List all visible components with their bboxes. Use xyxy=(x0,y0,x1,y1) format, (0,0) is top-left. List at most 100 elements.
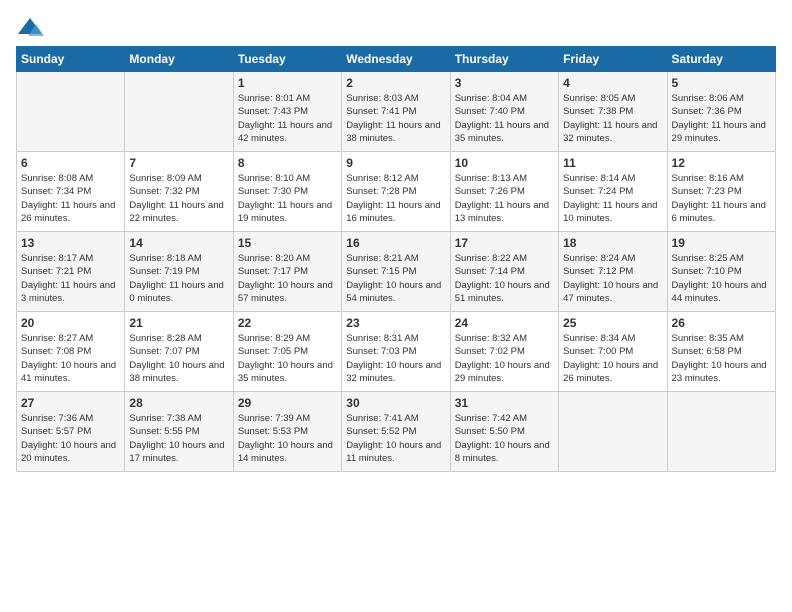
day-info: Sunrise: 8:08 AMSunset: 7:34 PMDaylight:… xyxy=(21,172,120,225)
day-info: Sunrise: 8:20 AMSunset: 7:17 PMDaylight:… xyxy=(238,252,337,305)
calendar-cell: 2 Sunrise: 8:03 AMSunset: 7:41 PMDaylight… xyxy=(342,72,450,152)
calendar-cell: 27 Sunrise: 7:36 AMSunset: 5:57 PMDayligh… xyxy=(17,392,125,472)
header-wednesday: Wednesday xyxy=(342,47,450,72)
day-number: 19 xyxy=(672,236,771,250)
header-friday: Friday xyxy=(559,47,667,72)
header-sunday: Sunday xyxy=(17,47,125,72)
day-number: 14 xyxy=(129,236,228,250)
day-headers: SundayMondayTuesdayWednesdayThursdayFrid… xyxy=(17,47,776,72)
calendar-cell: 19 Sunrise: 8:25 AMSunset: 7:10 PMDayligh… xyxy=(667,232,775,312)
day-info: Sunrise: 8:18 AMSunset: 7:19 PMDaylight:… xyxy=(129,252,228,305)
day-number: 25 xyxy=(563,316,662,330)
day-info: Sunrise: 8:12 AMSunset: 7:28 PMDaylight:… xyxy=(346,172,445,225)
calendar-cell: 10 Sunrise: 8:13 AMSunset: 7:26 PMDayligh… xyxy=(450,152,558,232)
calendar-cell: 17Sunrise: 8:22 AMSunset: 7:14 PMDayligh… xyxy=(450,232,558,312)
calendar-cell: 11 Sunrise: 8:14 AMSunset: 7:24 PMDayligh… xyxy=(559,152,667,232)
day-info: Sunrise: 8:32 AMSunset: 7:02 PMDaylight:… xyxy=(455,332,554,385)
day-number: 16 xyxy=(346,236,445,250)
header xyxy=(16,16,776,38)
day-number: 27 xyxy=(21,396,120,410)
day-info: Sunrise: 8:09 AMSunset: 7:32 PMDaylight:… xyxy=(129,172,228,225)
day-number: 23 xyxy=(346,316,445,330)
day-number: 15 xyxy=(238,236,337,250)
calendar-cell: 18 Sunrise: 8:24 AMSunset: 7:12 PMDayligh… xyxy=(559,232,667,312)
week-row-3: 13 Sunrise: 8:17 AMSunset: 7:21 PMDayligh… xyxy=(17,232,776,312)
header-thursday: Thursday xyxy=(450,47,558,72)
day-info: Sunrise: 8:25 AMSunset: 7:10 PMDaylight:… xyxy=(672,252,771,305)
calendar-cell xyxy=(667,392,775,472)
calendar-cell: 22 Sunrise: 8:29 AMSunset: 7:05 PMDayligh… xyxy=(233,312,341,392)
week-row-1: 1 Sunrise: 8:01 AMSunset: 7:43 PMDaylight… xyxy=(17,72,776,152)
day-info: Sunrise: 8:31 AMSunset: 7:03 PMDaylight:… xyxy=(346,332,445,385)
day-number: 29 xyxy=(238,396,337,410)
calendar-cell: 1 Sunrise: 8:01 AMSunset: 7:43 PMDaylight… xyxy=(233,72,341,152)
day-number: 7 xyxy=(129,156,228,170)
calendar-cell: 26 Sunrise: 8:35 AMSunset: 6:58 PMDayligh… xyxy=(667,312,775,392)
day-number: 21 xyxy=(129,316,228,330)
day-number: 28 xyxy=(129,396,228,410)
calendar-cell: 16 Sunrise: 8:21 AMSunset: 7:15 PMDayligh… xyxy=(342,232,450,312)
logo-icon xyxy=(16,16,44,38)
day-number: 31 xyxy=(455,396,554,410)
day-info: Sunrise: 8:10 AMSunset: 7:30 PMDaylight:… xyxy=(238,172,337,225)
week-row-4: 20Sunrise: 8:27 AMSunset: 7:08 PMDayligh… xyxy=(17,312,776,392)
day-number: 2 xyxy=(346,76,445,90)
day-number: 18 xyxy=(563,236,662,250)
day-info: Sunrise: 7:36 AMSunset: 5:57 PMDaylight:… xyxy=(21,412,120,465)
day-number: 9 xyxy=(346,156,445,170)
day-info: Sunrise: 8:21 AMSunset: 7:15 PMDaylight:… xyxy=(346,252,445,305)
day-info: Sunrise: 7:39 AMSunset: 5:53 PMDaylight:… xyxy=(238,412,337,465)
day-number: 22 xyxy=(238,316,337,330)
calendar-cell: 23 Sunrise: 8:31 AMSunset: 7:03 PMDayligh… xyxy=(342,312,450,392)
calendar-cell: 29 Sunrise: 7:39 AMSunset: 5:53 PMDayligh… xyxy=(233,392,341,472)
calendar-cell: 25 Sunrise: 8:34 AMSunset: 7:00 PMDayligh… xyxy=(559,312,667,392)
day-info: Sunrise: 8:16 AMSunset: 7:23 PMDaylight:… xyxy=(672,172,771,225)
day-info: Sunrise: 8:34 AMSunset: 7:00 PMDaylight:… xyxy=(563,332,662,385)
day-info: Sunrise: 8:06 AMSunset: 7:36 PMDaylight:… xyxy=(672,92,771,145)
day-number: 4 xyxy=(563,76,662,90)
calendar-cell: 9 Sunrise: 8:12 AMSunset: 7:28 PMDaylight… xyxy=(342,152,450,232)
calendar-cell xyxy=(125,72,233,152)
calendar-cell: 8 Sunrise: 8:10 AMSunset: 7:30 PMDaylight… xyxy=(233,152,341,232)
day-info: Sunrise: 7:41 AMSunset: 5:52 PMDaylight:… xyxy=(346,412,445,465)
day-number: 8 xyxy=(238,156,337,170)
day-info: Sunrise: 8:29 AMSunset: 7:05 PMDaylight:… xyxy=(238,332,337,385)
day-info: Sunrise: 8:17 AMSunset: 7:21 PMDaylight:… xyxy=(21,252,120,305)
day-number: 26 xyxy=(672,316,771,330)
calendar-cell: 3Sunrise: 8:04 AMSunset: 7:40 PMDaylight… xyxy=(450,72,558,152)
week-row-2: 6 Sunrise: 8:08 AMSunset: 7:34 PMDaylight… xyxy=(17,152,776,232)
day-number: 11 xyxy=(563,156,662,170)
day-info: Sunrise: 8:28 AMSunset: 7:07 PMDaylight:… xyxy=(129,332,228,385)
day-number: 24 xyxy=(455,316,554,330)
calendar-cell: 30Sunrise: 7:41 AMSunset: 5:52 PMDayligh… xyxy=(342,392,450,472)
calendar-cell xyxy=(559,392,667,472)
day-info: Sunrise: 8:13 AMSunset: 7:26 PMDaylight:… xyxy=(455,172,554,225)
day-info: Sunrise: 8:01 AMSunset: 7:43 PMDaylight:… xyxy=(238,92,337,145)
day-number: 3 xyxy=(455,76,554,90)
header-monday: Monday xyxy=(125,47,233,72)
day-info: Sunrise: 8:27 AMSunset: 7:08 PMDaylight:… xyxy=(21,332,120,385)
day-number: 1 xyxy=(238,76,337,90)
header-tuesday: Tuesday xyxy=(233,47,341,72)
calendar-cell: 24 Sunrise: 8:32 AMSunset: 7:02 PMDayligh… xyxy=(450,312,558,392)
calendar-cell xyxy=(17,72,125,152)
day-info: Sunrise: 8:24 AMSunset: 7:12 PMDaylight:… xyxy=(563,252,662,305)
calendar-cell: 13 Sunrise: 8:17 AMSunset: 7:21 PMDayligh… xyxy=(17,232,125,312)
day-number: 13 xyxy=(21,236,120,250)
calendar-cell: 21 Sunrise: 8:28 AMSunset: 7:07 PMDayligh… xyxy=(125,312,233,392)
day-info: Sunrise: 7:42 AMSunset: 5:50 PMDaylight:… xyxy=(455,412,554,465)
day-info: Sunrise: 8:14 AMSunset: 7:24 PMDaylight:… xyxy=(563,172,662,225)
calendar-cell: 5 Sunrise: 8:06 AMSunset: 7:36 PMDaylight… xyxy=(667,72,775,152)
day-info: Sunrise: 8:03 AMSunset: 7:41 PMDaylight:… xyxy=(346,92,445,145)
day-number: 10 xyxy=(455,156,554,170)
day-number: 6 xyxy=(21,156,120,170)
day-info: Sunrise: 7:38 AMSunset: 5:55 PMDaylight:… xyxy=(129,412,228,465)
calendar-cell: 6 Sunrise: 8:08 AMSunset: 7:34 PMDaylight… xyxy=(17,152,125,232)
week-row-5: 27 Sunrise: 7:36 AMSunset: 5:57 PMDayligh… xyxy=(17,392,776,472)
calendar-cell: 31 Sunrise: 7:42 AMSunset: 5:50 PMDayligh… xyxy=(450,392,558,472)
day-info: Sunrise: 8:22 AMSunset: 7:14 PMDaylight:… xyxy=(455,252,554,305)
calendar-cell: 20Sunrise: 8:27 AMSunset: 7:08 PMDayligh… xyxy=(17,312,125,392)
day-info: Sunrise: 8:05 AMSunset: 7:38 PMDaylight:… xyxy=(563,92,662,145)
day-number: 5 xyxy=(672,76,771,90)
day-info: Sunrise: 8:35 AMSunset: 6:58 PMDaylight:… xyxy=(672,332,771,385)
